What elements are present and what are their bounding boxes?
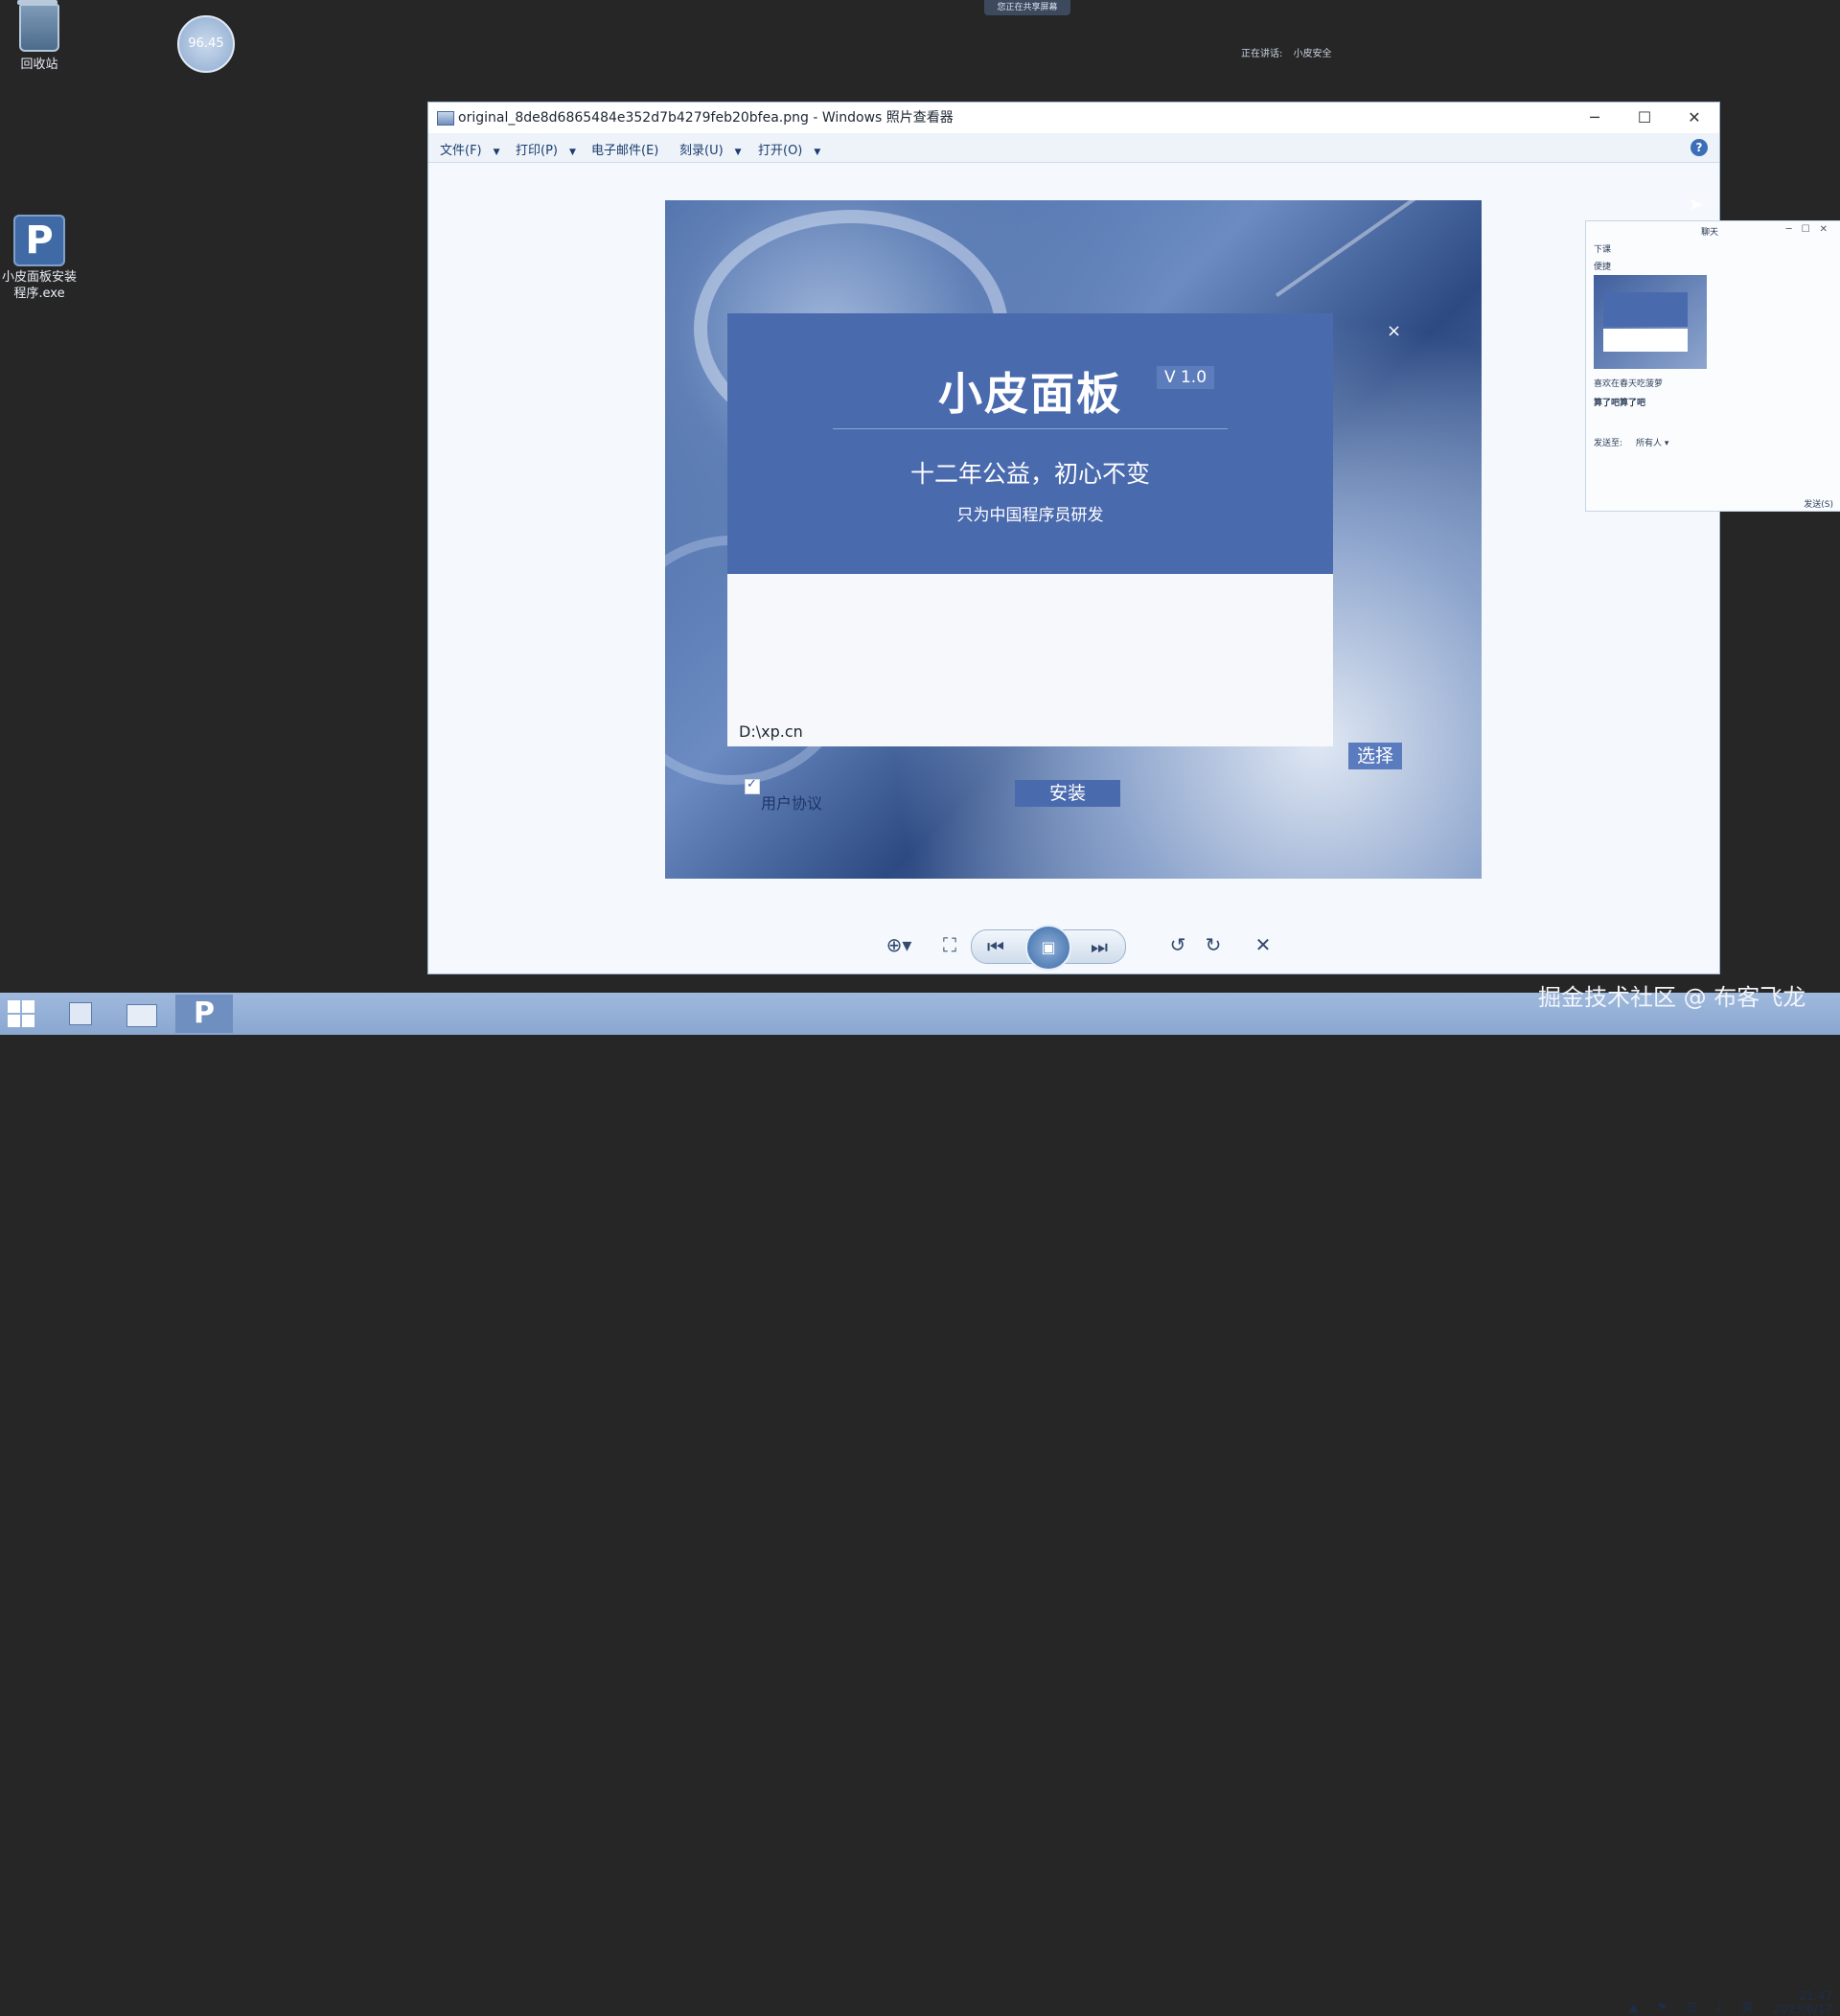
help-icon[interactable]: ? [1690, 139, 1708, 156]
file-explorer-icon[interactable] [119, 997, 167, 1031]
installer-body: D:\xp.cn [727, 574, 1333, 746]
clock[interactable]: 21:47 2023/6/17 [1760, 1989, 1832, 2016]
screen-share-banner[interactable]: 您正在共享屏幕 [984, 0, 1070, 15]
send-to-label: 发送至: [1594, 439, 1623, 448]
photo-viewer-icon [437, 111, 454, 126]
chat-message: 喜欢在春天吃菠萝 [1594, 379, 1664, 389]
installer-header: 小皮面板 V 1.0 十二年公益，初心不变 只为中国程序员研发 [727, 313, 1333, 574]
agreement-checkbox [745, 777, 760, 794]
window-title: original_8de8d6865484e352d7b4279feb20bfe… [458, 110, 954, 126]
trash-can-icon [17, 0, 59, 52]
install-button: 安装 [1015, 780, 1120, 807]
maximize-button[interactable]: ☐ [1620, 103, 1669, 133]
rotate-right-icon[interactable]: ↻ [1199, 933, 1228, 956]
xp-installer-desktop-icon[interactable]: P 小皮面板安装程序.exe [0, 215, 82, 302]
network-task-icon[interactable] [61, 997, 109, 1031]
title-bar[interactable]: original_8de8d6865484e352d7b4279feb20bfe… [428, 103, 1719, 133]
system-tray[interactable]: ▲ ⚑ ☰ ♪ 英 [1629, 1999, 1761, 2015]
viewed-image: 小皮面板 V 1.0 十二年公益，初心不变 只为中国程序员研发 × D:\xp.… [665, 200, 1482, 879]
previous-icon[interactable]: ⏮ [981, 935, 1010, 958]
chevron-down-icon: ▼ [568, 148, 576, 157]
close-button[interactable]: ✕ [1669, 103, 1719, 133]
delete-icon[interactable]: ✕ [1249, 933, 1277, 956]
installer-title: 小皮面板 [938, 368, 1122, 420]
time: 21:47 [1799, 1989, 1832, 2003]
recycle-bin-label: 回收站 [20, 57, 58, 72]
installer-subtitle: 只为中国程序员研发 [956, 506, 1104, 525]
slideshow-button[interactable]: ▣ [1025, 925, 1071, 971]
agreement-label: 用户协议 [761, 794, 823, 813]
windows-start-icon[interactable] [8, 1000, 34, 1027]
menu-print[interactable]: 打印(P) ▼ [516, 140, 576, 158]
divider [833, 428, 1228, 429]
fit-window-icon[interactable]: ⛶ [935, 933, 964, 956]
version-badge: V 1.0 [1157, 366, 1214, 389]
chat-sender: 便捷 [1594, 263, 1612, 272]
installer-slogan: 十二年公益，初心不变 [909, 460, 1150, 488]
performance-widget[interactable]: 96.45 [177, 15, 235, 73]
chat-title: 聊天 [1701, 228, 1719, 238]
menu-open-label: 打开(O) [758, 144, 803, 158]
speaking-name: 小皮安全 [1293, 49, 1332, 59]
menu-email[interactable]: 电子邮件(E) [591, 140, 658, 158]
menu-file-label: 文件(F) [440, 144, 482, 158]
menu-burn-label: 刻录(U) [679, 144, 724, 158]
thumbnail-header [1603, 292, 1688, 327]
speaking-label: 正在讲话: [1241, 49, 1283, 59]
date: 2023/6/17 [1773, 2003, 1832, 2016]
zoom-icon[interactable]: ⊕▾ [885, 933, 913, 956]
menu-email-label: 电子邮件(E) [591, 144, 659, 158]
send-button[interactable]: 发送(S) [1804, 497, 1833, 510]
menu-print-label: 打印(P) [516, 144, 558, 158]
p-app-icon: P [13, 215, 65, 266]
menu-file[interactable]: 文件(F) ▼ [440, 140, 500, 158]
installer-close-icon: × [1387, 321, 1402, 341]
chat-window: 聊天 ─☐✕ 下课 便捷 喜欢在春天吃菠萝 算了吧算了吧 发送至: 所有人 ▾ … [1585, 220, 1840, 512]
chevron-down-icon: ▼ [734, 148, 742, 157]
send-to-select[interactable]: 所有人 ▾ [1636, 436, 1668, 448]
next-icon[interactable]: ⏭ [1085, 935, 1114, 958]
xp-installer-taskbar-icon[interactable]: P [175, 995, 233, 1033]
menu-burn[interactable]: 刻录(U) ▼ [679, 140, 742, 158]
install-path: D:\xp.cn [739, 722, 803, 741]
mouse-cursor-icon: ➤ [1689, 195, 1704, 215]
viewer-toolbar: ⊕▾ ⛶ ⏮ ▣ ⏭ ↺ ↻ ✕ [856, 924, 1287, 971]
rotate-left-icon[interactable]: ↺ [1163, 933, 1192, 956]
background-decoration [1275, 200, 1436, 297]
menu-bar: 文件(F) ▼ 打印(P) ▼ 电子邮件(E) 刻录(U) ▼ 打开(O) ▼ ? [428, 133, 1719, 163]
minimize-button[interactable]: ─ [1570, 103, 1620, 133]
chat-window-controls[interactable]: ─☐✕ [1786, 224, 1837, 235]
chevron-down-icon: ▼ [814, 148, 821, 157]
thumbnail-body [1603, 329, 1688, 352]
navigation-group: ⏮ ▣ ⏭ [971, 925, 1126, 971]
speaking-indicator: 正在讲话: 小皮安全 [1241, 45, 1340, 59]
select-path-button: 选择 [1348, 743, 1402, 769]
photo-viewer-window: original_8de8d6865484e352d7b4279feb20bfe… [428, 103, 1719, 974]
chat-image-thumbnail[interactable] [1594, 275, 1707, 369]
recycle-bin-icon[interactable]: 回收站 [0, 0, 82, 72]
chevron-down-icon: ▼ [493, 148, 500, 157]
xp-installer-label: 小皮面板安装程序.exe [1, 270, 77, 301]
chat-section: 下课 [1594, 245, 1612, 255]
watermark: 掘金技术社区 @ 布客飞龙 [1538, 984, 1806, 1011]
menu-open[interactable]: 打开(O) ▼ [758, 140, 820, 158]
chat-message: 算了吧算了吧 [1594, 399, 1646, 408]
